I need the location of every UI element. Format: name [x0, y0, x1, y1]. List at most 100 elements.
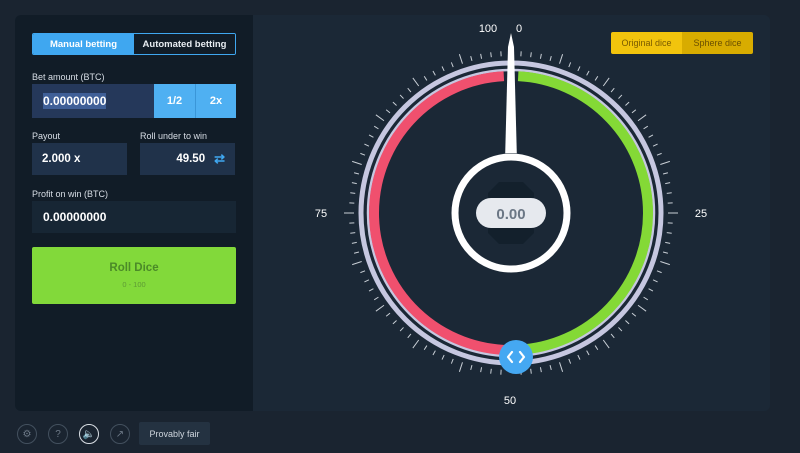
dial-tick [610, 333, 615, 339]
dial-tick [458, 362, 463, 372]
roll-under-input[interactable]: 49.50 ⇄ [140, 143, 235, 175]
dial-tick [631, 109, 637, 114]
dial-tick [618, 94, 623, 99]
dial-tick [490, 368, 492, 374]
payout-label: Payout [32, 131, 61, 141]
dial-tick [392, 320, 397, 325]
dial-tick [375, 304, 385, 312]
dial-tick [480, 53, 483, 59]
dial-tick [568, 358, 572, 364]
swap-arrows-icon[interactable]: ⇄ [214, 151, 225, 167]
half-bet-button[interactable]: 1/2 [154, 84, 195, 118]
dial-tick [368, 134, 374, 138]
dial-tick [423, 75, 428, 81]
dial-tick [577, 354, 581, 360]
payout-input[interactable]: 2.000 x [32, 143, 127, 175]
dial-tick [631, 312, 637, 317]
roll-range-label: 0 - 100 [122, 280, 146, 289]
roll-dice-label: Roll Dice [109, 262, 159, 274]
double-bet-button[interactable]: 2x [195, 84, 236, 118]
dial-tick [432, 70, 436, 76]
dial-tick [412, 77, 420, 87]
dial-tick [662, 172, 669, 175]
dial-tick [470, 55, 473, 62]
dial-tick [364, 279, 370, 283]
dial-tick [373, 296, 379, 301]
dial-tick [568, 62, 572, 68]
dial-tick [360, 270, 366, 274]
dial-tick [450, 62, 454, 68]
dial-tick [490, 52, 492, 58]
dial-tick [539, 53, 542, 59]
dial-tick [660, 160, 670, 165]
dial-tick [643, 125, 649, 130]
dial-tick [470, 364, 473, 371]
dial-tick [353, 251, 360, 254]
dial-tick [549, 55, 552, 62]
dial-label-75: 75 [315, 208, 327, 220]
result-value: 0.00 [496, 206, 525, 223]
dial-tick [399, 327, 404, 332]
footer-toolbar: ⚙ ? 🔈 ↗ Provably fair [0, 420, 800, 453]
dial-tick [662, 251, 669, 254]
dial-label-25: 25 [695, 208, 707, 220]
tab-manual-betting[interactable]: Manual betting [33, 34, 134, 54]
dial-tick [618, 327, 623, 332]
dial-tick [423, 345, 428, 351]
dial-label-0: 0 [516, 23, 522, 35]
dial-tick [586, 350, 590, 356]
dial-tick [407, 87, 412, 93]
dial-tick [643, 296, 649, 301]
dial-tick [368, 288, 374, 292]
dial-tick [352, 160, 362, 165]
dial-pointer [505, 33, 517, 161]
dial-tick [656, 152, 662, 156]
settings-icon[interactable]: ⚙ [17, 424, 37, 444]
dial-tick [392, 101, 397, 106]
dial-tick [373, 125, 379, 130]
dial-slider-handle[interactable] [499, 340, 533, 374]
bet-amount-input[interactable]: 0.00000000 [32, 84, 154, 118]
dial-tick [660, 261, 670, 266]
dial-tick [458, 54, 463, 64]
dial-tick [399, 94, 404, 99]
dial-tick [350, 232, 356, 234]
dial-tick [665, 241, 671, 244]
sound-icon[interactable]: 🔈 [79, 424, 99, 444]
dial-tick [375, 114, 385, 122]
dial-tick [350, 192, 356, 194]
roll-under-value: 49.50 [176, 153, 206, 165]
dial-tick [594, 75, 599, 81]
dial-tick [530, 52, 532, 58]
dial-tick [559, 362, 564, 372]
dial-tick [530, 368, 532, 374]
bet-controls-panel: Manual betting Automated betting Bet amo… [15, 15, 253, 411]
slider-handle-circle [499, 340, 533, 374]
dial-tick [602, 77, 610, 87]
dial-tick [648, 134, 654, 138]
dial-tick [656, 270, 662, 274]
dial-tick [652, 279, 658, 283]
dial-tick [412, 339, 420, 349]
betting-mode-tabs: Manual betting Automated betting [32, 33, 236, 55]
provably-fair-button[interactable]: Provably fair [139, 422, 210, 445]
dial-tick [665, 182, 671, 185]
help-icon[interactable]: ? [48, 424, 68, 444]
dial-tick [450, 358, 454, 364]
dial-tick [610, 87, 615, 93]
dice-dial-area: Original dice Sphere dice 0.00 100 0 25 … [253, 15, 770, 411]
dial-tick [351, 182, 357, 185]
dial-tick [352, 261, 362, 266]
dial-tick [385, 312, 391, 317]
stats-icon[interactable]: ↗ [110, 424, 130, 444]
dial-tick [666, 192, 672, 194]
dial-tick [637, 304, 647, 312]
dial-tick [594, 345, 599, 351]
tab-automated-betting[interactable]: Automated betting [134, 34, 235, 54]
roll-dice-button[interactable]: Roll Dice 0 - 100 [32, 247, 236, 304]
dial-tick [602, 339, 610, 349]
dial-tick [648, 288, 654, 292]
dial-tick [441, 66, 445, 72]
dice-dial: 0.00 100 0 25 50 75 [315, 23, 707, 407]
dial-tick [364, 143, 370, 147]
